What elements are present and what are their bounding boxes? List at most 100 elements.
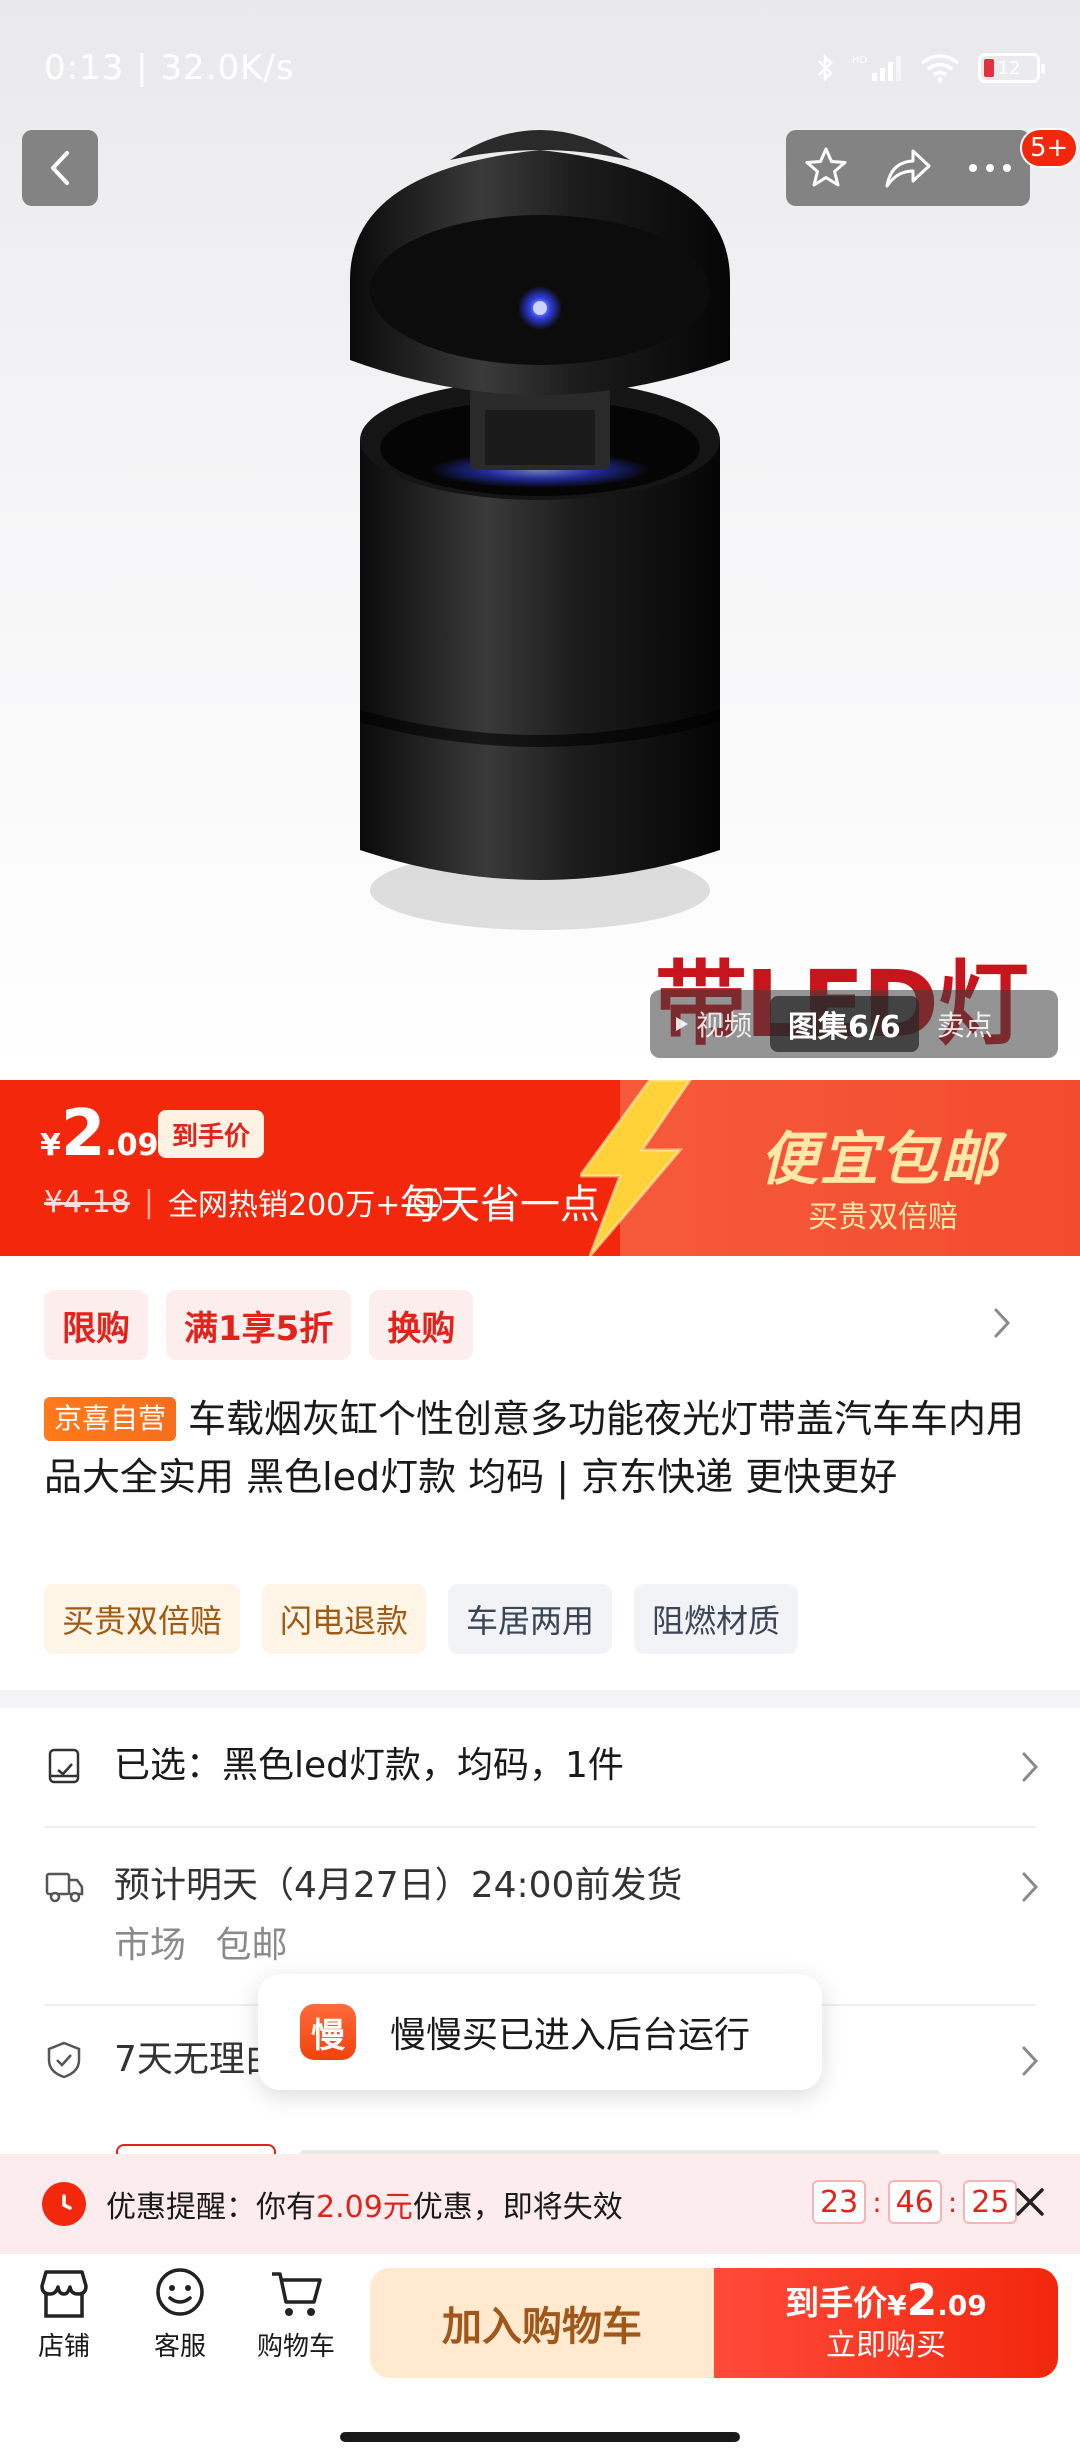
- chevron-right-icon: [1022, 1872, 1039, 1902]
- shipping-tag-free: 包邮: [215, 1925, 288, 1966]
- toast-message: 慢慢买已进入后台运行: [390, 2015, 751, 2056]
- original-price: ¥4.18: [44, 1184, 130, 1220]
- nav-cart[interactable]: 购物车: [246, 2268, 346, 2363]
- price-subline: ¥4.18 | 全网热销200万+ i: [44, 1180, 443, 1224]
- feature-tag-dual-use: 车居两用: [448, 1584, 613, 1654]
- slogan-text: 每天省一点: [400, 1182, 600, 1228]
- play-icon: [676, 1017, 688, 1031]
- message-badge: 5+: [1020, 128, 1079, 168]
- nav-cart-label: 购物车: [256, 2332, 335, 2362]
- nav-store-label: 店铺: [37, 2332, 90, 2362]
- price-integer: 2: [60, 1097, 106, 1171]
- buy-now-price-decimal: .09: [937, 2288, 987, 2322]
- cart-icon: [272, 2272, 322, 2316]
- sales-count: 全网热销200万+: [168, 1188, 401, 1223]
- product-image: [350, 130, 730, 930]
- close-icon[interactable]: [1012, 2184, 1048, 2220]
- reminder-text: 优惠提醒：你有2.09元优惠，即将失效: [106, 2182, 623, 2226]
- clock-icon: [42, 2182, 86, 2226]
- tab-gallery-label: 图集6/6: [788, 1010, 901, 1045]
- truck-icon: [45, 1872, 84, 1903]
- price-banner: ¥ 2 .09 到手价 ¥4.18 | 全网热销200万+ i 每天省一点 便宜…: [0, 1080, 1080, 1256]
- shipping-tags: 市场 包邮: [114, 1920, 1040, 1972]
- current-price: ¥ 2 .09: [40, 1102, 159, 1166]
- more-icon[interactable]: [967, 162, 1013, 174]
- shipping-tag-market: 市场: [114, 1925, 187, 1966]
- reminder-amount: 2.09元: [316, 2190, 413, 2225]
- app-logo-icon: 慢: [300, 2004, 356, 2060]
- buy-now-currency: ¥: [887, 2288, 907, 2322]
- promo-subtitle: 买贵双倍赔: [808, 1200, 958, 1235]
- price-currency: ¥: [40, 1128, 61, 1163]
- share-icon[interactable]: [883, 146, 933, 190]
- header-actions: [786, 130, 1030, 206]
- countdown-hours: 23: [812, 2180, 867, 2224]
- battery-level: 12: [997, 57, 1021, 79]
- nav-customer-service-label: 客服: [153, 2332, 206, 2362]
- promo-tag-exchange[interactable]: 换购: [369, 1290, 474, 1360]
- countdown-seconds: 25: [963, 2180, 1018, 2224]
- signal-icon: HD: [852, 55, 901, 81]
- shipping-row[interactable]: 预计明天（4月27日）24:00前发货 市场 包邮: [44, 1860, 1040, 1972]
- wifi-icon: [920, 54, 960, 83]
- reminder-prefix: 优惠提醒：你有: [106, 2190, 316, 2225]
- reminder-suffix: 优惠，即将失效: [412, 2190, 623, 2225]
- final-price-tag: 到手价: [158, 1110, 265, 1158]
- selected-spec-row[interactable]: 已选：黑色led灯款，均码，1件: [44, 1740, 1040, 1792]
- chevron-right-icon: [1022, 2046, 1039, 2076]
- chevron-left-icon: [51, 151, 69, 185]
- chevron-right-icon: [1022, 1752, 1039, 1782]
- feature-tag-fast-refund: 闪电退款: [262, 1584, 427, 1654]
- buy-now-price-label: 到手价: [785, 2283, 888, 2324]
- status-time-speed: 0:13 | 32.0K/s: [44, 48, 295, 88]
- promo-title: 便宜包邮: [760, 1125, 1001, 1193]
- price-decimal: .09: [105, 1128, 159, 1163]
- countdown-separator: :: [947, 2185, 958, 2219]
- chevron-right-icon[interactable]: [992, 1306, 1012, 1340]
- nav-store[interactable]: 店铺: [14, 2268, 114, 2363]
- product-gallery[interactable]: 0:13 | 32.0K/s HD 12 5+ 带LED灯 视频 图集6/6 卖…: [0, 0, 1080, 1080]
- promo-tag-limit[interactable]: 限购: [44, 1290, 148, 1360]
- store-icon: [40, 2270, 88, 2318]
- buy-now-label: 立即购买: [826, 2327, 946, 2363]
- favorite-star-icon[interactable]: [803, 145, 849, 191]
- svg-text:HD: HD: [852, 55, 868, 66]
- tab-selling-points-label: 卖点: [936, 1009, 993, 1042]
- product-title: 京喜自营 车载烟灰缸个性创意多功能夜光灯带盖汽车车内用品大全实用 黑色led灯款 …: [44, 1390, 1040, 1506]
- status-bar: 0:13 | 32.0K/s HD 12: [44, 48, 1045, 88]
- battery-icon: 12: [978, 53, 1045, 83]
- tab-selling-points[interactable]: 卖点: [919, 996, 1011, 1052]
- section-divider: [0, 1690, 1080, 1708]
- row-divider: [44, 1826, 1036, 1828]
- back-button[interactable]: [22, 130, 98, 206]
- price-separator: |: [143, 1184, 154, 1220]
- background-run-toast: 慢 慢慢买已进入后台运行: [258, 1974, 822, 2090]
- buy-now-button[interactable]: 到手价¥2.09 立即购买: [714, 2268, 1058, 2378]
- bottom-action-bar: 店铺 客服 购物车 加入购物车 到手价¥2.09 立即购买: [0, 2254, 1080, 2460]
- shield-check-icon: [47, 2041, 81, 2079]
- nav-customer-service[interactable]: 客服: [130, 2268, 230, 2363]
- tab-video-label: 视频: [696, 1009, 753, 1042]
- promo-tag-discount[interactable]: 满1享5折: [166, 1290, 352, 1360]
- spec-box-icon: [48, 1748, 80, 1784]
- tab-video[interactable]: 视频: [656, 996, 770, 1052]
- countdown-separator: :: [872, 2185, 882, 2219]
- shipping-estimate: 预计明天（4月27日）24:00前发货: [114, 1865, 683, 1906]
- self-operated-badge: 京喜自营: [44, 1397, 177, 1441]
- tab-gallery[interactable]: 图集6/6: [770, 996, 919, 1052]
- feature-tag-flame-retardant: 阻燃材质: [634, 1584, 799, 1654]
- add-to-cart-button[interactable]: 加入购物车: [370, 2268, 714, 2378]
- buy-now-price: 到手价¥2.09: [785, 2278, 987, 2326]
- promotion-tags[interactable]: 限购 满1享5折 换购: [44, 1290, 474, 1360]
- countdown-timer: 23 : 46 : 25: [812, 2180, 1018, 2224]
- countdown-minutes: 46: [887, 2180, 942, 2224]
- gallery-tabs: 视频 图集6/6 卖点: [650, 990, 1058, 1058]
- feature-tags: 买贵双倍赔 闪电退款 车居两用 阻燃材质: [44, 1584, 799, 1654]
- feature-tag-price-guarantee: 买贵双倍赔: [44, 1584, 241, 1654]
- bluetooth-icon: [818, 53, 833, 83]
- selected-spec-text: 已选：黑色led灯款，均码，1件: [114, 1745, 624, 1786]
- buy-now-price-integer: 2: [906, 2274, 938, 2326]
- discount-reminder-bar[interactable]: 优惠提醒：你有2.09元优惠，即将失效 23 : 46 : 25: [0, 2154, 1080, 2254]
- home-indicator[interactable]: [340, 2432, 740, 2442]
- product-title-text: 车载烟灰缸个性创意多功能夜光灯带盖汽车车内用品大全实用 黑色led灯款 均码 |…: [44, 1397, 1025, 1499]
